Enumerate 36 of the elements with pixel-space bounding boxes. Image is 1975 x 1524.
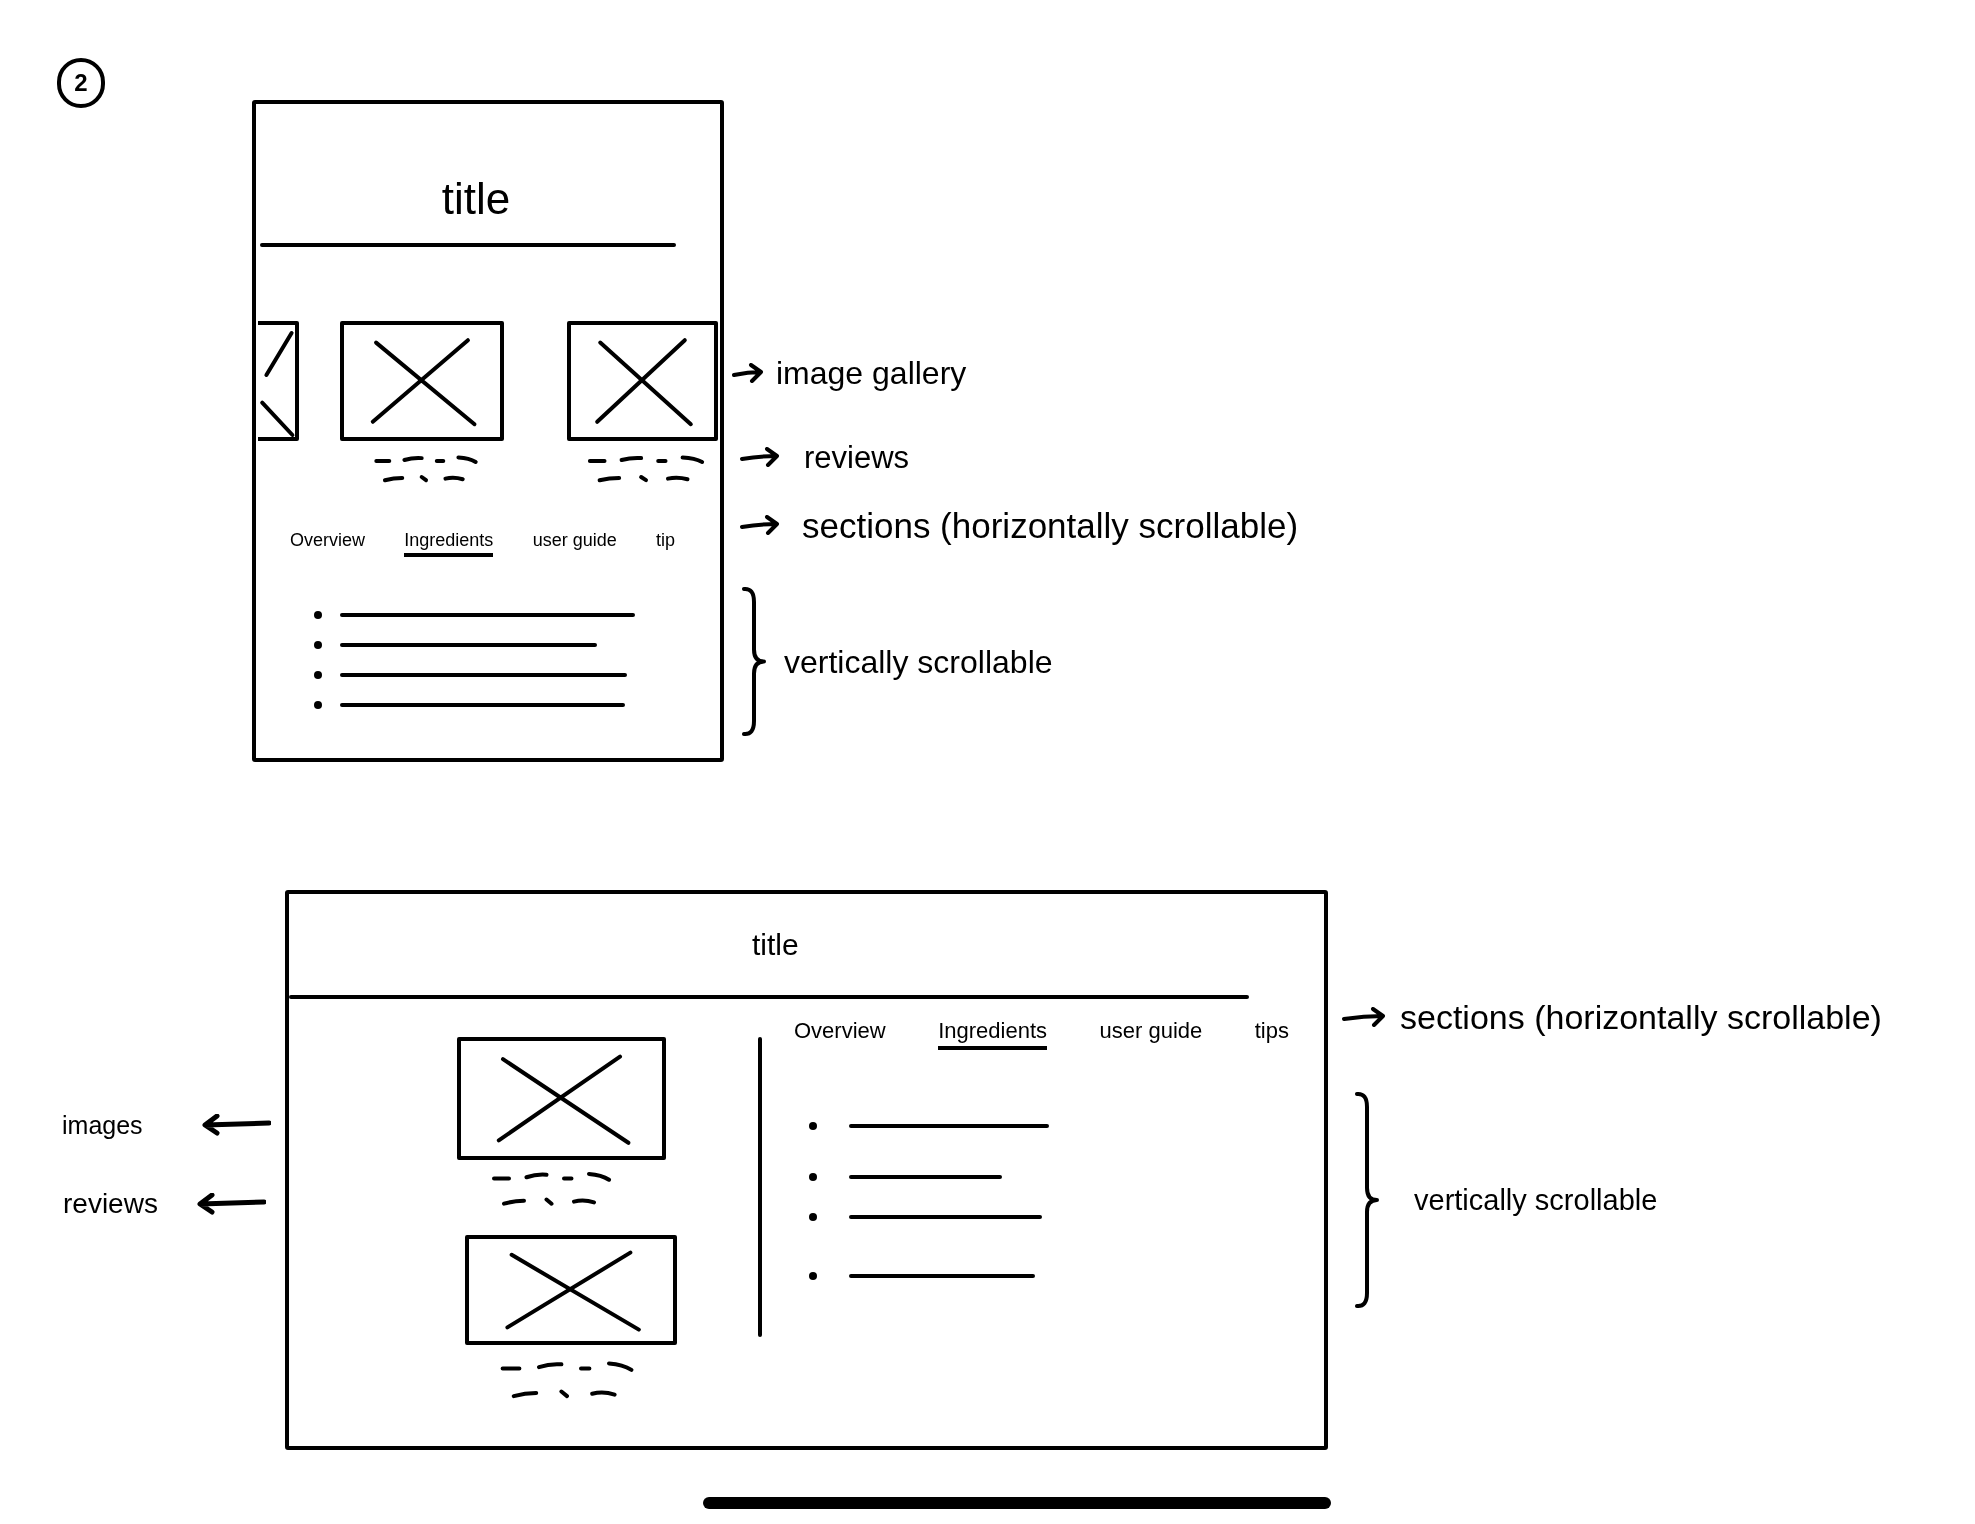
annotation-text: reviews xyxy=(804,441,910,473)
annotation-text: reviews xyxy=(63,1190,158,1218)
bullet-icon xyxy=(314,611,322,619)
tab[interactable]: tip xyxy=(656,528,675,557)
annotation-text: sections (horizontally scrollable) xyxy=(802,507,1299,543)
bullet-icon xyxy=(314,641,322,649)
tab[interactable]: Overview xyxy=(290,528,365,557)
left-arrow-icon xyxy=(195,1193,266,1215)
right-arrow-icon xyxy=(740,515,780,535)
tab[interactable]: Ingredients xyxy=(938,1017,1048,1050)
tab[interactable]: user guide xyxy=(532,528,617,557)
tab[interactable]: Overview xyxy=(794,1017,886,1050)
annotation-text: image gallery xyxy=(776,357,967,389)
tab[interactable]: user guide xyxy=(1099,1017,1203,1050)
annotation-text: vertically scrollable xyxy=(1414,1185,1658,1215)
right-arrow-icon xyxy=(732,363,764,383)
annotation-text: sections (horizontally scrollable) xyxy=(1400,1000,1882,1034)
brace-icon xyxy=(740,586,768,737)
bullet-icon xyxy=(809,1272,817,1280)
wireframe-title: title xyxy=(441,177,511,221)
brace-icon xyxy=(1353,1091,1381,1309)
wireframe-title: title xyxy=(752,929,799,960)
right-arrow-icon xyxy=(740,447,780,467)
tab[interactable]: tips xyxy=(1254,1017,1289,1050)
bullet-icon xyxy=(314,701,322,709)
right-arrow-icon xyxy=(1342,1007,1386,1027)
annotation-text: vertically scrollable xyxy=(784,645,1053,678)
left-arrow-icon xyxy=(200,1114,271,1136)
sketch-number: 2 xyxy=(57,58,105,108)
home-indicator[interactable] xyxy=(703,1497,1331,1509)
annotation-text: images xyxy=(62,1112,143,1138)
bullet-icon xyxy=(809,1213,817,1221)
bullet-icon xyxy=(314,671,322,679)
bullet-icon xyxy=(809,1122,817,1130)
tab[interactable]: Ingredients xyxy=(404,528,494,557)
bullet-icon xyxy=(809,1173,817,1181)
